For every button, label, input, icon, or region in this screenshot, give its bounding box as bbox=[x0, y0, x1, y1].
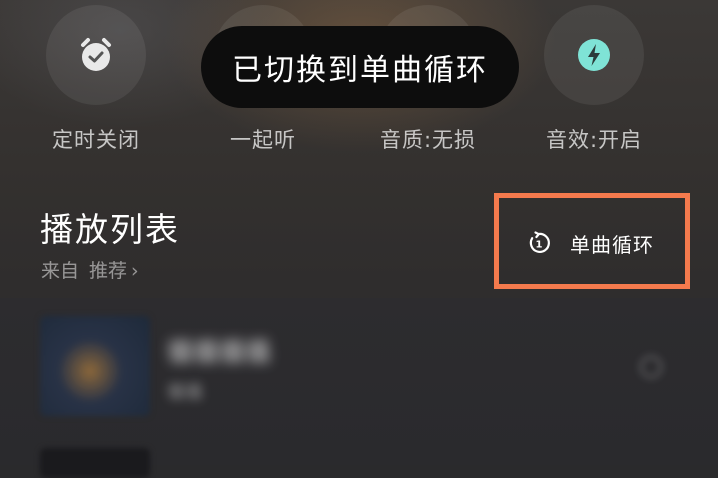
play-mode-label: 单曲循环 bbox=[570, 233, 654, 257]
lightning-icon bbox=[578, 39, 610, 71]
timer-close-label: 定时关闭 bbox=[52, 128, 140, 152]
svg-text:1: 1 bbox=[536, 240, 543, 251]
sound-quality-label: 音质:无损 bbox=[379, 128, 477, 152]
chevron-right-icon: › bbox=[131, 260, 139, 282]
song-cover bbox=[40, 316, 150, 416]
playlist-source-name: 推荐 bbox=[89, 260, 128, 282]
playlist-title: 播放列表 bbox=[40, 210, 180, 249]
next-song-cover bbox=[40, 448, 150, 478]
more-icon[interactable] bbox=[634, 350, 668, 384]
sound-effect-label: 音效:开启 bbox=[545, 128, 643, 152]
playlist-source-prefix: 来自 bbox=[41, 260, 80, 282]
song-item[interactable]: 循循循循 循循 bbox=[0, 312, 718, 416]
song-list: 循循循循 循循 bbox=[0, 298, 718, 478]
song-title: 循循循循 bbox=[167, 338, 272, 368]
toast-message: 已切换到单曲循环 bbox=[201, 26, 519, 108]
play-mode-button[interactable]: 1 单曲循环 bbox=[494, 193, 690, 289]
repeat-one-icon: 1 bbox=[529, 231, 550, 253]
sound-effect-button[interactable]: 音效:开启 bbox=[519, 0, 669, 160]
song-artist: 循循 bbox=[167, 382, 203, 403]
alarm-clock-icon bbox=[81, 38, 111, 71]
playlist-source-link[interactable]: 来自 推荐 › bbox=[41, 256, 139, 283]
timer-close-button[interactable]: 定时关闭 bbox=[21, 0, 171, 160]
listen-together-label: 一起听 bbox=[230, 128, 296, 152]
